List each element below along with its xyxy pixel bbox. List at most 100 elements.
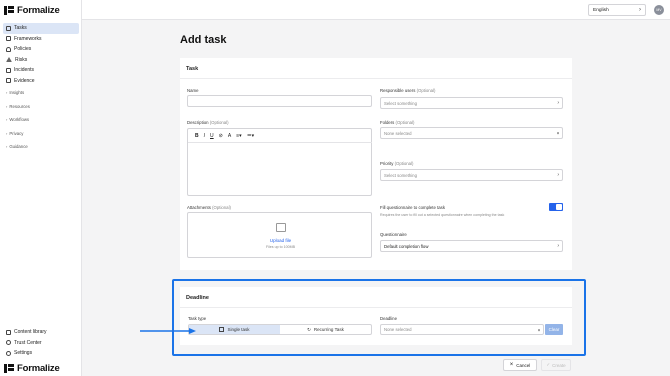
sidebar-item-incidents[interactable]: Incidents xyxy=(3,65,79,76)
sidebar-item-evidence[interactable]: Evidence xyxy=(3,76,79,87)
sidebar-group-label: Resources xyxy=(9,103,30,109)
cancel-button[interactable]: × Cancel xyxy=(503,359,537,371)
responsible-label-text: Responsible users xyxy=(380,88,416,93)
priority-select[interactable]: Select something › xyxy=(380,169,563,181)
deadline-select[interactable]: None selected ▾ xyxy=(380,324,544,335)
library-icon xyxy=(6,329,11,335)
responsible-placeholder: Select something xyxy=(384,100,417,106)
create-button[interactable]: ✓ Create xyxy=(541,359,571,371)
questionnaire-toggle-label: Fill questionnaire to complete task xyxy=(380,205,445,210)
task-card-title: Task xyxy=(186,66,199,72)
sidebar-item-tasks[interactable]: Tasks xyxy=(3,23,79,34)
attachments-label-text: Attachments xyxy=(187,205,211,210)
chevron-down-icon: ▾ xyxy=(556,130,559,136)
upload-file-link[interactable]: Upload file xyxy=(188,238,373,243)
responsible-users-select[interactable]: Select something › xyxy=(380,97,563,109)
deadline-label: Deadline xyxy=(380,316,397,321)
italic-icon[interactable]: I xyxy=(204,133,205,139)
sidebar-group-guidance[interactable]: › Guidance xyxy=(3,140,79,154)
questionnaire-value: Default completion flow xyxy=(384,243,429,249)
sidebar-group-insights[interactable]: › Insights xyxy=(3,86,79,100)
bullet-list-icon[interactable]: ≔▾ xyxy=(247,133,255,139)
sidebar-item-label: Tasks xyxy=(14,25,27,32)
create-label: Create xyxy=(552,362,566,368)
chevron-right-icon: › xyxy=(6,130,8,136)
folders-label: Folders (Optional) xyxy=(380,120,414,125)
sidebar-group-label: Guidance xyxy=(9,144,28,150)
text-color-icon[interactable]: A xyxy=(228,133,231,139)
single-task-label: Single task xyxy=(227,327,250,332)
description-label: Description (Optional) xyxy=(187,120,229,125)
editor-toolbar: B I U ⊘ A ≡▾ ≔▾ xyxy=(188,129,372,143)
sidebar-item-risks[interactable]: Risks xyxy=(3,55,79,66)
gear-icon xyxy=(6,350,11,356)
questionnaire-select[interactable]: Default completion flow › xyxy=(380,240,563,252)
sidebar-group-privacy[interactable]: › Privacy xyxy=(3,127,79,141)
sidebar-item-policies[interactable]: Policies xyxy=(3,44,79,55)
underline-icon[interactable]: U xyxy=(210,133,214,139)
sidebar-item-settings[interactable]: Settings xyxy=(3,348,79,359)
formalize-logo[interactable]: Formalize xyxy=(4,5,60,16)
tasks-icon xyxy=(6,25,11,31)
topbar xyxy=(82,0,670,20)
priority-placeholder: Select something xyxy=(384,172,417,178)
sidebar-item-frameworks[interactable]: Frameworks xyxy=(3,34,79,45)
formalize-logo-bottom: Formalize xyxy=(4,363,60,374)
sidebar-group-workflows[interactable]: › Workflows xyxy=(3,113,79,127)
sidebar-item-label: Settings xyxy=(14,350,33,357)
chevron-right-icon: › xyxy=(557,172,559,178)
bold-icon[interactable]: B xyxy=(195,133,199,139)
priority-label: Priority (Optional) xyxy=(380,161,413,166)
chevron-down-icon: ▾ xyxy=(537,327,540,332)
folders-placeholder: None selected xyxy=(384,130,412,136)
annotation-arrow-icon xyxy=(140,328,196,334)
cancel-label: Cancel xyxy=(516,362,531,368)
task-type-segmented-control: Single task ↻ Recurring Task xyxy=(188,324,372,335)
sidebar: Formalize Tasks Frameworks Policies Risk… xyxy=(0,0,82,376)
avatar[interactable]: MV xyxy=(654,5,664,15)
formalize-logo-icon xyxy=(4,364,14,373)
sidebar-item-label: Content library xyxy=(14,329,47,336)
folders-select[interactable]: None selected ▾ xyxy=(380,127,563,139)
language-value: English xyxy=(593,7,609,13)
questionnaire-toggle-hint: Requires the user to fill out a selected… xyxy=(380,213,505,217)
sidebar-nav: Tasks Frameworks Policies Risks Incident… xyxy=(3,23,79,154)
clear-button[interactable]: Clear xyxy=(545,324,563,335)
sidebar-bottom-nav: Content library Trust Center Settings xyxy=(3,327,79,359)
sidebar-group-label: Privacy xyxy=(9,130,24,136)
page-title: Add task xyxy=(180,34,227,46)
sidebar-item-label: Policies xyxy=(14,46,32,53)
chevron-right-icon: › xyxy=(6,117,8,123)
link-icon[interactable]: ⊘ xyxy=(219,133,223,139)
name-input[interactable] xyxy=(187,95,372,107)
risks-icon xyxy=(6,57,12,63)
sidebar-item-content-library[interactable]: Content library xyxy=(3,327,79,338)
name-label-text: Name xyxy=(187,88,199,93)
chevron-right-icon: › xyxy=(557,243,559,249)
questionnaire-toggle[interactable] xyxy=(549,203,563,211)
sidebar-item-label: Frameworks xyxy=(14,35,42,42)
sidebar-group-resources[interactable]: › Resources xyxy=(3,100,79,114)
chevron-right-icon: › xyxy=(639,7,641,13)
language-select[interactable]: English › xyxy=(588,4,646,16)
chevron-right-icon: › xyxy=(6,144,8,150)
sidebar-item-label: Evidence xyxy=(14,77,35,84)
upload-hint: Files up to 100MB xyxy=(266,245,295,249)
single-task-option[interactable]: Single task xyxy=(189,325,280,334)
optional-tag: (Optional) xyxy=(416,88,436,93)
check-icon: ✓ xyxy=(546,362,551,367)
sidebar-item-trust-center[interactable]: Trust Center xyxy=(3,338,79,349)
single-task-icon xyxy=(219,327,225,332)
sidebar-group-label: Insights xyxy=(9,90,25,96)
frameworks-icon xyxy=(6,36,11,42)
optional-tag: (Optional) xyxy=(212,205,231,210)
ordered-list-icon[interactable]: ≡▾ xyxy=(236,133,241,139)
deadline-placeholder: None selected xyxy=(384,327,412,332)
image-upload-icon xyxy=(276,223,286,232)
recurring-task-option[interactable]: ↻ Recurring Task xyxy=(280,325,371,334)
highlight-box xyxy=(172,279,586,356)
attachments-label: Attachments (Optional) xyxy=(187,205,231,210)
refresh-icon: ↻ xyxy=(307,326,311,332)
trust-icon xyxy=(6,340,11,346)
upload-dropzone[interactable]: Upload file Files up to 100MB xyxy=(187,212,372,258)
